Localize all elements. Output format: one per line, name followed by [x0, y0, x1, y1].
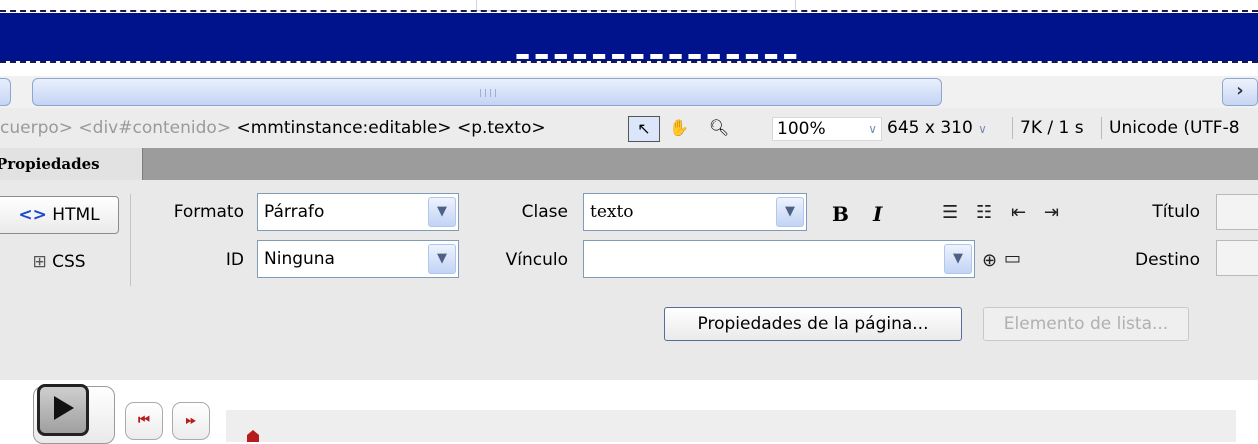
titulo-label: Título: [1152, 202, 1200, 222]
formato-value: Párrafo: [264, 202, 325, 222]
play-icon[interactable]: [37, 384, 89, 436]
clase-value: texto: [590, 202, 634, 222]
chevron-down-icon: ∨: [978, 122, 987, 136]
status-divider: [1101, 117, 1102, 139]
horizontal-scrollbar[interactable]: ›: [0, 76, 1258, 108]
hand-tool-icon[interactable]: ✋: [664, 116, 694, 140]
css-button-label: CSS: [52, 252, 86, 272]
chevron-down-icon: ∨: [868, 122, 877, 136]
status-bar: cuerpo> <div#contenido> <mmtinstance:edi…: [0, 108, 1258, 148]
tag-selector-item[interactable]: <mmtinstance:editable>: [236, 118, 451, 138]
properties-panel-tab[interactable]: Propiedades: [0, 148, 143, 180]
id-select[interactable]: Ninguna ▼: [257, 240, 459, 278]
destino-label: Destino: [1135, 250, 1200, 270]
outdent-icon[interactable]: ⇤: [1011, 202, 1026, 223]
clase-select[interactable]: texto ▼: [583, 193, 807, 231]
formato-select[interactable]: Párrafo ▼: [257, 193, 459, 231]
clase-label: Clase: [521, 202, 568, 222]
fast-forward-icon[interactable]: ⏩︎: [172, 402, 210, 440]
status-divider: [1012, 117, 1013, 139]
indent-icon[interactable]: ⇥: [1044, 202, 1059, 223]
scroll-right-button[interactable]: ›: [1222, 78, 1258, 106]
html-button-label: HTML: [52, 205, 100, 225]
pointer-tool-icon[interactable]: ↖: [628, 116, 660, 142]
vinculo-input[interactable]: ▼: [583, 240, 975, 278]
formato-label: Formato: [173, 202, 244, 222]
css-mode-button[interactable]: ⊞ CSS: [0, 244, 118, 280]
ordered-list-icon[interactable]: ☷: [976, 202, 992, 223]
chevron-down-icon: ▼: [428, 197, 456, 227]
bold-button[interactable]: B: [832, 202, 849, 226]
scroll-left-button[interactable]: [0, 78, 11, 106]
playhead-marker[interactable]: [246, 430, 260, 442]
encoding: Unicode (UTF-8: [1109, 118, 1240, 138]
editable-region-border-top: [0, 10, 1258, 12]
italic-button[interactable]: I: [873, 202, 882, 226]
zoom-tool-icon[interactable]: 🔍︎: [704, 116, 734, 140]
page-properties-button[interactable]: Propiedades de la página...: [664, 307, 962, 341]
window-size-select[interactable]: 645 x 310 ∨: [887, 117, 987, 140]
id-value: Ninguna: [264, 249, 335, 269]
panel-header: Propiedades: [0, 148, 1258, 180]
scrollbar-grip-icon: [480, 89, 496, 97]
window-size-value: 645 x 310: [887, 118, 973, 138]
html-mode-button[interactable]: <> HTML: [0, 196, 119, 234]
view-tools: ↖ ✋ 🔍︎: [628, 116, 760, 142]
playback-controls: ⏮︎ ⏩︎: [0, 380, 1258, 444]
point-to-file-icon[interactable]: ⊕: [982, 250, 997, 271]
titulo-input[interactable]: [1216, 194, 1258, 230]
tag-selector-item[interactable]: <div#contenido>: [78, 118, 231, 138]
code-brackets-icon: <>: [18, 205, 47, 225]
zoom-value: 100%: [777, 119, 826, 139]
scrollbar-thumb[interactable]: [32, 78, 942, 106]
clipped-header-text: ■■■■■■■■■■■■■■■: [515, 54, 1035, 62]
css-grid-icon: ⊞: [32, 252, 47, 272]
tag-selector: cuerpo> <div#contenido> <mmtinstance:edi…: [0, 118, 546, 138]
rewind-icon[interactable]: ⏮︎: [125, 402, 163, 440]
chevron-down-icon: ▼: [776, 197, 804, 227]
panel-divider: [130, 194, 131, 286]
list-item-button[interactable]: Elemento de lista...: [983, 307, 1189, 341]
tag-selector-item[interactable]: cuerpo>: [0, 118, 73, 138]
zoom-select[interactable]: 100% ∨: [772, 117, 882, 141]
property-inspector: <> HTML ⊞ CSS Formato Párrafo ▼ ID Ningu…: [0, 180, 1258, 380]
browse-folder-icon[interactable]: ▭: [1004, 248, 1021, 269]
chevron-down-icon: ▼: [428, 244, 456, 274]
download-size: 7K / 1 s: [1020, 118, 1084, 138]
id-label: ID: [225, 250, 244, 270]
destino-input[interactable]: [1216, 240, 1258, 276]
panel-title: Propiedades: [0, 155, 100, 173]
vinculo-label: Vínculo: [505, 250, 568, 270]
chevron-down-icon: ▼: [944, 244, 972, 274]
tag-selector-item[interactable]: <p.texto>: [457, 118, 546, 138]
timeline-track[interactable]: [226, 410, 1236, 442]
unordered-list-icon[interactable]: ☰: [942, 202, 958, 223]
